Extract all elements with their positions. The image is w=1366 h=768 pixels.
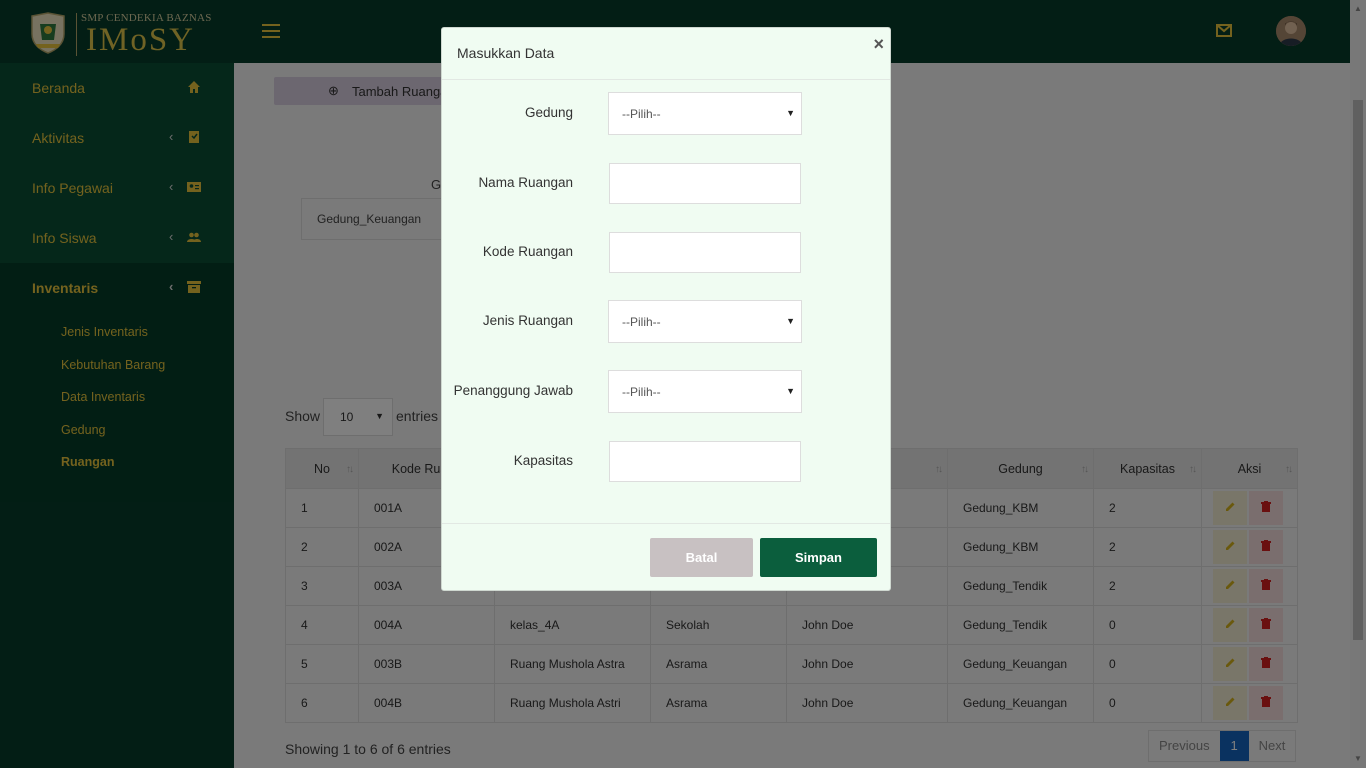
kapasitas-input[interactable] [609,441,801,482]
form-row-gedung: Gedung --Pilih-- ▼ [442,92,892,135]
cancel-button[interactable]: Batal [650,538,753,577]
modal-footer: Batal Simpan [442,523,890,590]
nama-ruangan-input[interactable] [609,163,801,204]
nama-ruangan-label: Nama Ruangan [478,175,573,190]
jenis-ruangan-select[interactable]: --Pilih-- ▼ [608,300,802,343]
add-room-modal: Masukkan Data × Gedung --Pilih-- ▼ Nama R… [441,27,891,591]
modal-title: Masukkan Data [457,45,555,61]
form-row-kode-ruangan: Kode Ruangan [442,231,892,274]
form-row-kapasitas: Kapasitas [442,440,892,483]
kapasitas-label: Kapasitas [513,453,573,468]
form-row-nama-ruangan: Nama Ruangan [442,162,892,205]
close-icon[interactable]: × [873,34,884,55]
kode-ruangan-label: Kode Ruangan [482,244,573,259]
caret-down-icon: ▼ [786,108,795,118]
penanggung-jawab-select[interactable]: --Pilih-- ▼ [608,370,802,413]
form-row-penanggung-jawab: Penanggung Jawab --Pilih-- ▼ [442,370,892,413]
penanggung-jawab-label: Penanggung Jawab [453,383,573,398]
caret-down-icon: ▼ [786,316,795,326]
gedung-label: Gedung [524,105,573,120]
jenis-ruangan-label: Jenis Ruangan [482,313,573,328]
gedung-select[interactable]: --Pilih-- ▼ [608,92,802,135]
caret-down-icon: ▼ [786,386,795,396]
kode-ruangan-input[interactable] [609,232,801,273]
form-row-jenis-ruangan: Jenis Ruangan --Pilih-- ▼ [442,300,892,343]
modal-header: Masukkan Data × [442,28,890,80]
save-button[interactable]: Simpan [760,538,877,577]
